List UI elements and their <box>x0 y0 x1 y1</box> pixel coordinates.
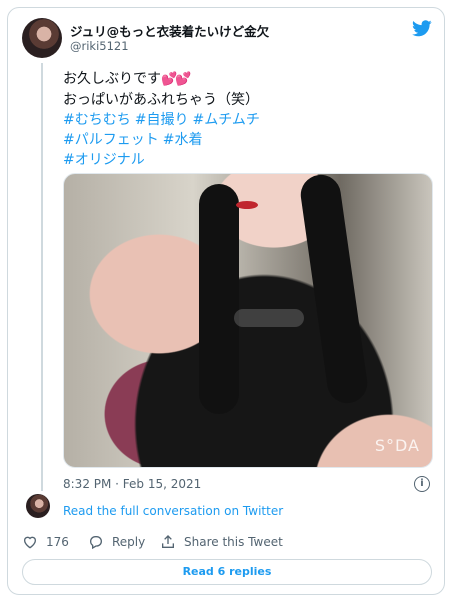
tweet-card: ジュリ@もっと衣装着たいけど金欠 @riki5121 お久しぶりです💕💕 おっぱ… <box>7 7 445 595</box>
info-icon[interactable]: i <box>414 476 430 492</box>
thread-line <box>41 63 43 491</box>
heart-icon <box>23 536 37 549</box>
like-count: 176 <box>46 535 69 549</box>
hashtag-row-2: #パルフェット #水着 <box>63 130 264 150</box>
hashtag-row-3: #オリジナル <box>63 150 264 170</box>
tweet-line-1: お久しぶりです <box>63 71 161 87</box>
hashtag-row-1: #むちむち #自撮り #ムチムチ <box>63 110 264 130</box>
photo-watermark: S°DA <box>374 436 420 455</box>
share-button[interactable]: Share this Tweet <box>160 534 283 550</box>
hashtag-link[interactable]: #オリジナル <box>63 152 145 168</box>
author-name[interactable]: ジュリ@もっと衣装着たいけど金欠 <box>70 21 269 40</box>
photo-detail <box>298 174 370 406</box>
photo-detail <box>234 309 304 327</box>
tweet-timestamp[interactable]: 8:32 PM · Feb 15, 2021 <box>63 477 201 491</box>
reply-button[interactable]: Reply <box>88 534 145 550</box>
tweet-line-2: おっぱいがあふれちゃう（笑） <box>63 92 259 108</box>
hearts-emoji: 💕💕 <box>161 72 191 87</box>
hashtag-link[interactable]: #水着 <box>163 132 203 148</box>
like-button[interactable]: 176 <box>22 534 69 550</box>
photo-detail <box>199 184 239 414</box>
share-label: Share this Tweet <box>184 535 283 549</box>
hashtag-link[interactable]: #自撮り <box>135 112 189 128</box>
tweet-text: お久しぶりです💕💕 おっぱいがあふれちゃう（笑） #むちむち #自撮り #ムチムチ … <box>63 69 264 170</box>
share-icon <box>162 535 174 548</box>
photo-detail <box>236 201 258 209</box>
reply-bubble-icon <box>90 536 102 550</box>
reply-avatar[interactable] <box>26 494 50 518</box>
twitter-bird-icon[interactable] <box>412 20 432 37</box>
read-replies-button[interactable]: Read 6 replies <box>22 559 432 585</box>
read-conversation-link[interactable]: Read the full conversation on Twitter <box>63 504 283 518</box>
tweet-photo[interactable]: S°DA <box>63 173 433 468</box>
hashtag-link[interactable]: #パルフェット <box>63 132 159 148</box>
author-avatar[interactable] <box>22 18 62 58</box>
hashtag-link[interactable]: #ムチムチ <box>192 112 259 128</box>
hashtag-link[interactable]: #むちむち <box>63 112 131 128</box>
reply-label: Reply <box>112 535 146 549</box>
author-handle[interactable]: @riki5121 <box>70 39 129 53</box>
